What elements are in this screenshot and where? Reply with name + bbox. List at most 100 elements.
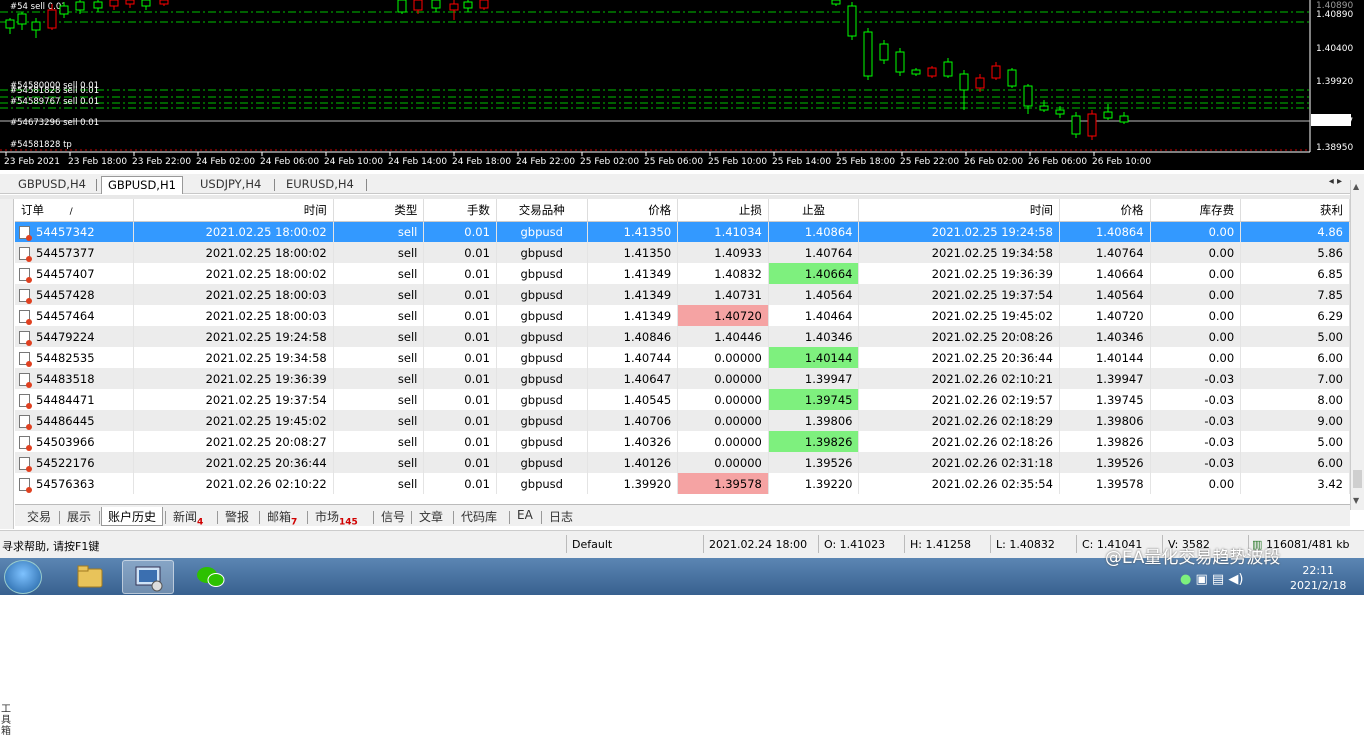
cell-close-price: 1.40564 — [1059, 284, 1151, 305]
table-row[interactable]: 54503966 2021.02.25 20:08:27 sell 0.01 gbpus… — [15, 431, 1350, 452]
wechat-tray-icon[interactable]: ● — [1180, 572, 1191, 587]
candle-body — [59, 5, 69, 15]
network-tray-icon[interactable]: ▤ — [1212, 572, 1224, 587]
time-tick-label: 25 Feb 14:00 — [772, 157, 831, 167]
time-tick-label: 23 Feb 22:00 — [132, 157, 191, 167]
candle-body — [31, 21, 41, 31]
col-header-order[interactable]: 订单 / — [15, 199, 135, 222]
tab-scroll-arrows-icon[interactable]: ◂ ▸ — [1329, 176, 1342, 187]
table-row[interactable]: 54522176 2021.02.25 20:36:44 sell 0.01 gbpus… — [15, 452, 1350, 473]
taskbar-wechat-button[interactable] — [185, 560, 237, 594]
col-header-take-profit[interactable]: 止盈 — [768, 199, 860, 222]
terminal-app-icon — [135, 566, 163, 592]
col-header-type[interactable]: 类型 — [333, 199, 425, 222]
candle-body — [895, 51, 905, 73]
order-id-text: 54457377 — [36, 245, 95, 260]
terminal-tab-5[interactable]: 邮箱7 — [261, 507, 303, 527]
candlestick-chart[interactable]: #54 sell 0.01#54580000 sell 0.01#5458182… — [0, 0, 1364, 170]
price-tick-label: 1.38950 — [1316, 143, 1353, 153]
terminal-tab-1[interactable]: 展示 — [61, 507, 97, 526]
table-row[interactable]: 54486445 2021.02.25 19:45:02 sell 0.01 gbpus… — [15, 410, 1350, 431]
candle-body — [847, 5, 857, 37]
terminal-tab-6[interactable]: 市场145 — [309, 507, 364, 528]
scroll-down-icon[interactable]: ▼ — [1353, 496, 1359, 505]
terminal-tab-11[interactable]: 日志 — [543, 507, 579, 526]
start-button[interactable] — [4, 560, 42, 594]
col-header-stop-loss[interactable]: 止损 — [677, 199, 769, 222]
cell-open-price: 1.40647 — [587, 368, 679, 389]
order-id-text: 54457428 — [36, 287, 95, 302]
candle-body — [109, 0, 119, 7]
cell-symbol: gbpusd — [496, 305, 588, 326]
terminal-tab-0[interactable]: 交易 — [21, 507, 57, 526]
vertical-scrollbar[interactable]: ▲ ▼ — [1350, 180, 1364, 510]
col-header-symbol[interactable]: 交易品种 — [496, 199, 588, 222]
terminal-tab-3[interactable]: 新闻4 — [167, 507, 209, 527]
cell-symbol: gbpusd — [496, 431, 588, 452]
cell-close-time: 2021.02.25 19:37:54 — [858, 284, 1060, 305]
price-tick-label: 1.39920 — [1316, 77, 1353, 87]
table-row[interactable]: 54479224 2021.02.25 19:24:58 sell 0.01 gbpus… — [15, 326, 1350, 347]
col-header-open-price[interactable]: 价格 — [587, 199, 679, 222]
chart-tab-eurusd-h4[interactable]: EURUSD,H4 — [280, 176, 360, 194]
table-row[interactable]: 54457407 2021.02.25 18:00:02 sell 0.01 gbpus… — [15, 263, 1350, 284]
cell-open-time: 2021.02.25 19:36:39 — [133, 368, 334, 389]
cell-open-price: 1.41349 — [587, 284, 679, 305]
cell-close-time: 2021.02.26 02:35:54 — [858, 473, 1060, 494]
table-row[interactable]: 54457342 2021.02.25 18:00:02 sell 0.01 gbpus… — [15, 221, 1350, 242]
col-header-swap[interactable]: 库存费 — [1150, 199, 1242, 222]
cell-type: sell — [333, 389, 425, 410]
tab-separator — [307, 511, 308, 524]
account-history-table[interactable]: 订单 / 时间 类型 手数 交易品种 价格 止损 止盈 时间 价格 库存费 获利… — [15, 199, 1350, 504]
tab-badge: 145 — [339, 517, 358, 528]
terminal-tab-8[interactable]: 文章 — [413, 507, 449, 526]
table-row[interactable]: 54482535 2021.02.25 19:34:58 sell 0.01 gbpus… — [15, 347, 1350, 368]
cell-close-time: 2021.02.25 19:36:39 — [858, 263, 1060, 284]
scroll-up-icon[interactable]: ▲ — [1353, 182, 1359, 191]
cell-open-price: 1.40326 — [587, 431, 679, 452]
table-row[interactable]: 54457464 2021.02.25 18:00:03 sell 0.01 gbpus… — [15, 305, 1350, 326]
cell-close-price: 1.39947 — [1059, 368, 1151, 389]
col-header-open-time[interactable]: 时间 — [133, 199, 334, 222]
table-row[interactable]: 54457377 2021.02.25 18:00:02 sell 0.01 gbpus… — [15, 242, 1350, 263]
col-header-lots[interactable]: 手数 — [423, 199, 497, 222]
tab-separator — [373, 511, 374, 524]
taskbar-metatrader-button[interactable] — [122, 560, 174, 594]
chart-tab-gbpusd-h1[interactable]: GBPUSD,H1 — [101, 176, 183, 194]
cell-open-price: 1.40744 — [587, 347, 679, 368]
cell-swap: -0.03 — [1150, 452, 1242, 473]
terminal-tab-4[interactable]: 警报 — [219, 507, 255, 526]
status-separator — [566, 535, 567, 553]
price-chart[interactable]: #54 sell 0.01 #54580000 sell 0.01 #5458182… — [0, 0, 1364, 170]
terminal-tab-9[interactable]: 代码库 — [455, 507, 503, 526]
closed-order-icon — [19, 477, 32, 493]
cell-stop-loss: 0.00000 — [677, 389, 769, 410]
cell-swap: -0.03 — [1150, 410, 1242, 431]
terminal-tab-7[interactable]: 信号 — [375, 507, 411, 526]
taskbar-clock[interactable]: 22:11 2021/2/18 — [1290, 563, 1346, 593]
volume-tray-icon[interactable]: ◀) — [1228, 572, 1243, 587]
terminal-tab-2[interactable]: 账户历史 — [101, 507, 164, 526]
closed-order-icon — [19, 288, 32, 304]
terminal-tab-10[interactable]: EA — [511, 507, 539, 526]
col-header-profit[interactable]: 获利 — [1240, 199, 1350, 222]
system-tray[interactable]: ● ▣ ▤ ◀) — [1180, 572, 1243, 587]
candle-body — [1023, 85, 1033, 107]
taskbar-explorer-button[interactable] — [64, 560, 116, 594]
security-tray-icon[interactable]: ▣ — [1195, 572, 1207, 587]
cell-swap: 0.00 — [1150, 347, 1242, 368]
time-tick-label: 24 Feb 18:00 — [452, 157, 511, 167]
cell-open-price: 1.41349 — [587, 305, 679, 326]
col-header-close-time[interactable]: 时间 — [858, 199, 1060, 222]
terminal-tab-label: 日志 — [549, 510, 574, 524]
col-header-close-price[interactable]: 价格 — [1059, 199, 1151, 222]
scrollbar-thumb[interactable] — [1353, 470, 1362, 488]
table-row[interactable]: 54483518 2021.02.25 19:36:39 sell 0.01 gbpus… — [15, 368, 1350, 389]
chart-tab-usdjpy-h4[interactable]: USDJPY,H4 — [194, 176, 267, 194]
table-row[interactable]: 54484471 2021.02.25 19:37:54 sell 0.01 gbpus… — [15, 389, 1350, 410]
table-row[interactable]: 54576363 2021.02.26 02:10:22 sell 0.01 gbpus… — [15, 473, 1350, 494]
cell-profit: 3.42 — [1240, 473, 1350, 494]
cell-close-price: 1.40864 — [1059, 221, 1151, 242]
table-row[interactable]: 54457428 2021.02.25 18:00:03 sell 0.01 gbpus… — [15, 284, 1350, 305]
chart-tab-gbpusd-h4[interactable]: GBPUSD,H4 — [12, 176, 92, 194]
